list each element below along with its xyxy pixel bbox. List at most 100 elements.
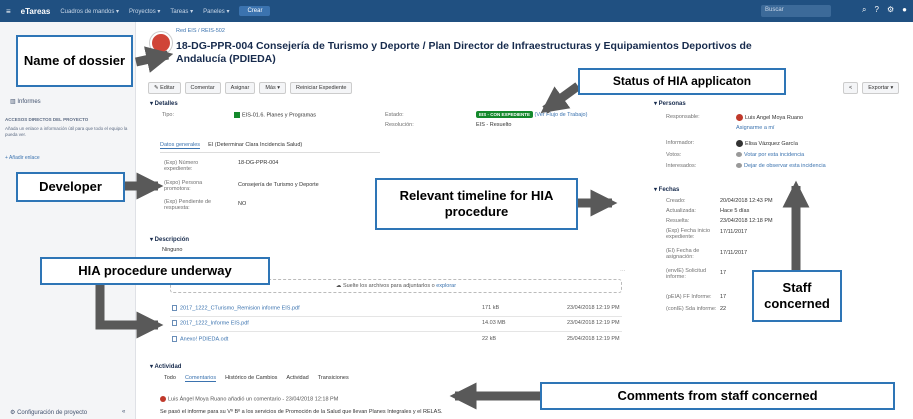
comment-button[interactable]: Comentar [184, 82, 221, 94]
date-value-request: 17 [720, 270, 727, 276]
activity-tabs: Todo Comentarios Histórico de Cambios Ac… [164, 375, 349, 382]
date-label-created: Creado: [666, 198, 686, 204]
create-button[interactable]: Crear [239, 6, 271, 16]
menu-tasks[interactable]: Tareas ▾ [170, 8, 193, 15]
top-navigation: ≡ eTareas Cuadros de mandos ▾ Proyectos … [0, 0, 913, 22]
menu-dashboards[interactable]: Cuadros de mandos ▾ [60, 8, 119, 15]
issue-title: 18-DG-PPR-004 Consejería de Turismo y De… [176, 40, 752, 65]
people-heading[interactable]: ▾ Personas [654, 100, 686, 107]
resolucion-label: Resolución: [385, 122, 414, 128]
callout-developer: Developer [16, 172, 125, 202]
responsable-value[interactable]: Luis Angel Moya Ruano [736, 114, 803, 121]
menu-projects[interactable]: Proyectos ▾ [129, 8, 160, 15]
project-settings-link[interactable]: ⚙ Configuración de proyecto [10, 409, 87, 416]
tab-transitions[interactable]: Transiciones [318, 375, 349, 382]
issue-type-icon [234, 112, 240, 118]
help-icon[interactable]: ? [875, 5, 879, 15]
avatar [736, 114, 743, 121]
tab-activity[interactable]: Actividad [286, 375, 308, 382]
date-value-resolved: 23/04/2018 12:18 PM [720, 218, 773, 224]
estado-value: EIS - CON EXPEDIENTE (Ver Flujo de Traba… [476, 111, 588, 118]
description-heading[interactable]: ▾ Descripción [150, 236, 189, 243]
tipo-value: EIS-01.6. Planes y Programas [234, 112, 316, 118]
activity-heading[interactable]: ▾ Actividad [150, 363, 181, 370]
tab-history[interactable]: Histórico de Cambios [225, 375, 277, 382]
tab-general-data[interactable]: Datos generales [160, 142, 201, 149]
tab-all[interactable]: Todo [164, 375, 176, 382]
date-label-resolved: Resuelta: [666, 218, 690, 224]
collapse-sidebar-button[interactable]: « [122, 409, 125, 415]
callout-status: Status of HIA applicaton [578, 68, 786, 95]
attachment-row[interactable]: 2017_1222_CTurismo_Remision informe EIS.… [172, 305, 622, 315]
view-workflow-link[interactable]: (Ver Flujo de Trabajo) [535, 112, 588, 118]
issue-toolbar: ✎ Editar Comentar Asignar Más ▾ Reinicia… [148, 82, 353, 94]
tab-comments[interactable]: Comentarios [184, 375, 217, 382]
file-icon [172, 305, 177, 311]
gear-icon[interactable]: ⚙ [887, 5, 894, 15]
callout-underway: HIA procedure underway [40, 257, 270, 285]
date-label-request: (envIE) Solicitud informe: [666, 268, 707, 280]
more-options-icon[interactable]: ··· [620, 268, 626, 274]
search-input[interactable]: Buscar [761, 5, 831, 17]
estado-label: Estado: [385, 112, 404, 118]
vote-icon [736, 152, 742, 158]
numero-label: (Exp) Número expediente: [164, 160, 199, 172]
restart-dossier-button[interactable]: Reiniciar Expediente [290, 82, 353, 94]
tab-ei[interactable]: EI (Determinar Clara Incidencia Salud) [208, 142, 302, 149]
date-value-updated: Hace 5 días [720, 208, 750, 214]
responsable-label: Responsable: [666, 114, 700, 120]
search-icon[interactable]: ⌕ [862, 5, 866, 15]
date-value-ff: 17 [720, 294, 727, 300]
numero-value: 18-DG-PPR-004 [238, 160, 279, 166]
export-button[interactable]: Exportar ▾ [862, 82, 900, 94]
toolbar-right: < Exportar ▾ [843, 82, 900, 94]
app-logo[interactable]: eTareas [21, 7, 51, 16]
add-link-button[interactable]: + Añadir enlace [5, 155, 40, 161]
pendiente-label: (Exp) Pendiente de respuesta: [164, 199, 212, 211]
avatar[interactable]: ● [902, 5, 907, 15]
watch-link[interactable]: Dejar de observar esta incidencia [736, 163, 826, 169]
avatar [736, 140, 743, 147]
share-button[interactable]: < [843, 82, 859, 94]
pendiente-value: NO [238, 201, 247, 207]
avatar [160, 396, 166, 402]
tipo-label: Tipo: [162, 112, 175, 118]
dates-heading[interactable]: ▾ Fechas [654, 186, 679, 193]
browse-link[interactable]: explorar [436, 283, 456, 289]
resolucion-value: EIS - Resuelto [476, 122, 512, 128]
status-badge: EIS - CON EXPEDIENTE [476, 111, 534, 118]
informador-value[interactable]: Elisa Vázquez García [736, 140, 798, 147]
date-value-sda: 22 [720, 306, 727, 312]
persona-value: Consejería de Turismo y Deporte [238, 182, 319, 188]
edit-button[interactable]: ✎ Editar [148, 82, 181, 94]
description-value: Ninguno [162, 247, 183, 253]
file-icon [172, 320, 177, 326]
file-icon [172, 336, 177, 342]
details-heading[interactable]: ▾ Detalles [150, 100, 178, 107]
menu-icon[interactable]: ≡ [6, 7, 11, 16]
date-value-assign: 17/11/2017 [720, 250, 748, 256]
comment-author: Luis Ángel Moya Ruano añadió un comentar… [160, 396, 338, 402]
arrow-status [540, 82, 581, 114]
sidebar-item-informes[interactable]: ▥ Informes [10, 98, 41, 105]
comment-text: Se pasó el informe para su Vº Bº a los s… [160, 409, 443, 415]
top-icons: ⌕ ? ⚙ ● [862, 5, 907, 15]
persona-label: (Expo) Persona promotora: [164, 180, 203, 192]
date-label-updated: Actualizada: [666, 208, 696, 214]
eye-icon [736, 163, 742, 169]
attachment-row[interactable]: 2017_1222_Informe EIS.pdf 14.03 MB 23/04… [172, 320, 622, 330]
breadcrumb[interactable]: Red EIS / REIS-502 [176, 28, 225, 34]
interesados-label: Interesados: [666, 163, 697, 169]
attachment-divider [170, 316, 622, 317]
more-button[interactable]: Más ▾ [259, 82, 287, 94]
date-label-ff: (pEIA) FF Informe: [666, 294, 712, 300]
date-label-assign: (EI) Fecha de asignación: [666, 248, 700, 260]
callout-comments: Comments from staff concerned [540, 382, 895, 410]
menu-boards[interactable]: Paneles ▾ [203, 8, 229, 15]
vote-link[interactable]: Votar por esta incidencia [736, 152, 804, 158]
attachment-row[interactable]: Anexo! PDIEDA.odt 22 kB 25/04/2018 12:19… [172, 336, 622, 346]
callout-dossier: Name of dossier [16, 35, 133, 87]
assign-to-me-link[interactable]: Asignarme a mí [736, 125, 775, 131]
project-avatar-icon [150, 32, 172, 54]
assign-button[interactable]: Asignar [224, 82, 256, 94]
